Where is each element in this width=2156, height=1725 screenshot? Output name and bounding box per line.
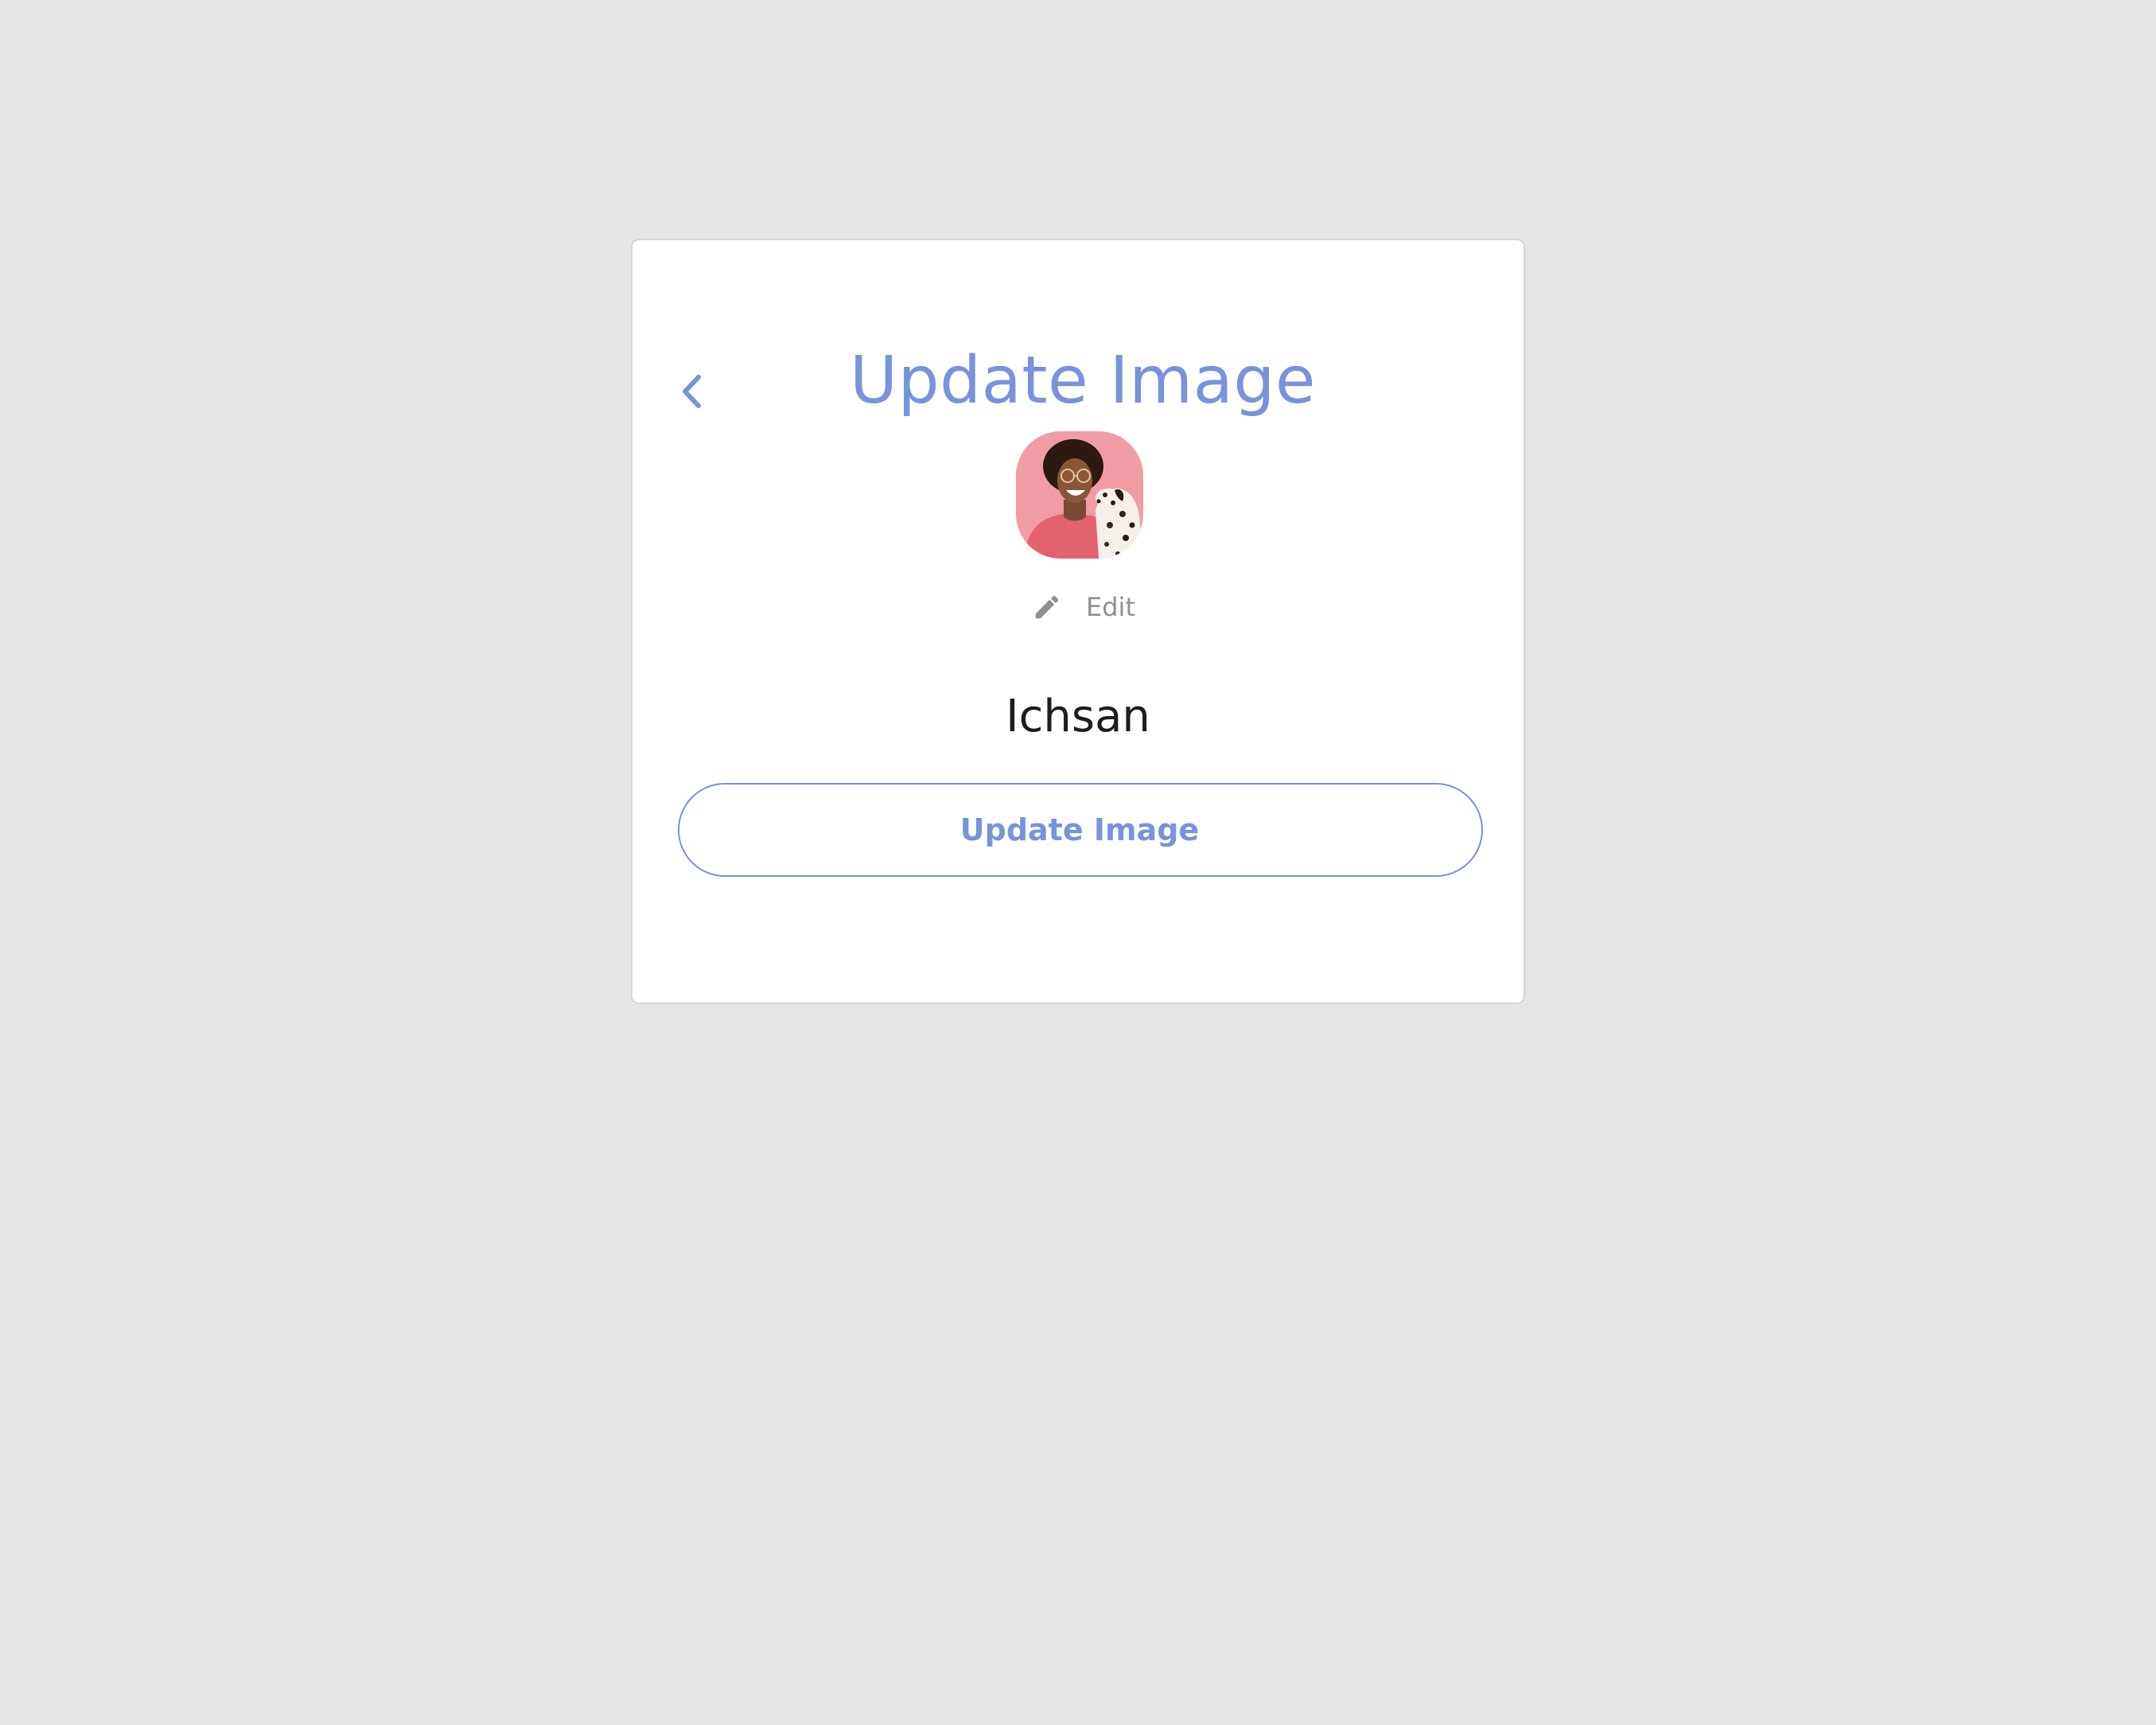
avatar (1016, 431, 1143, 559)
profile-name: Ichsan (1006, 691, 1150, 742)
pencil-icon (1032, 592, 1062, 622)
avatar-image (1016, 431, 1143, 559)
edit-image-control[interactable]: Edit (632, 587, 1524, 627)
edit-label: Edit (1086, 592, 1135, 622)
update-image-button[interactable]: Update Image (678, 783, 1483, 877)
update-image-card: Update Image Edit Ichsan Update Image (631, 239, 1525, 1004)
page-title: Update Image (850, 343, 1316, 419)
